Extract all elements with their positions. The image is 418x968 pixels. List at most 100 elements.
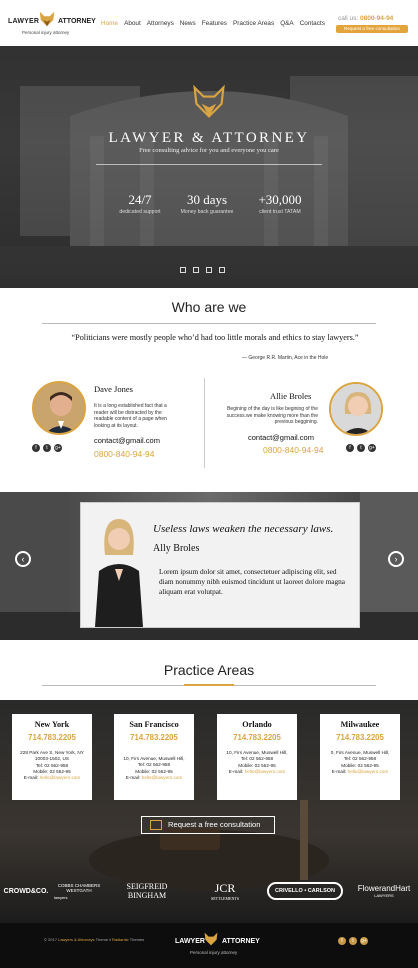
slider-dot-3[interactable] [206, 267, 212, 273]
site-header: LAWYER ATTORNEY Personal injury attorney… [0, 0, 418, 46]
copyright-brand[interactable]: Lawyers & Attorneys [58, 937, 94, 942]
footer-logo-left[interactable]: LAWYER [175, 938, 205, 945]
avatar-dave-jones [32, 381, 86, 435]
email-label: E-mail: [23, 775, 39, 781]
slider-dot-4[interactable] [219, 267, 225, 273]
office-address: 0, Firs Avenue, Muswell Hill, Tel: 02 56… [320, 750, 400, 775]
slider-next-icon[interactable]: › [388, 551, 404, 567]
nav-home[interactable]: Home [101, 20, 118, 27]
nav-practice-areas[interactable]: Practice Areas [233, 20, 274, 27]
office-email[interactable]: hello@lawyers.com [245, 769, 286, 774]
facebook-icon[interactable]: f [338, 937, 346, 945]
office-city: Orlando [242, 720, 272, 729]
stat-clients: +30,000 client trust TATAM [246, 192, 314, 215]
twitter-icon[interactable]: t [43, 444, 51, 452]
nav-contacts[interactable]: Contacts [300, 20, 325, 27]
footer-logo-right[interactable]: ATTORNEY [222, 938, 260, 945]
partner-logo[interactable]: FlowerandHart LAWYERS [352, 876, 416, 906]
fox-logo-icon [39, 11, 55, 27]
social-links-allie: f t g+ [346, 444, 376, 452]
copyright-year: © 2017 [44, 937, 57, 942]
person-phone[interactable]: 0800-840-94-94 [263, 445, 324, 455]
partner-logos: CROWD&CO. COBBS CHAMBERS WESTGATH lawyers… [0, 876, 418, 906]
hero-title: LAWYER & ATTORNEY [108, 130, 310, 146]
partner-name: COBBS CHAMBERS WESTGATH [57, 882, 101, 893]
office-city: New York [34, 720, 70, 729]
person-bio: It is a long established fact that a rea… [94, 403, 167, 429]
testimonial-slider: Useless laws weaken the necessary laws. … [0, 492, 418, 640]
facebook-icon[interactable]: f [32, 444, 40, 452]
testimonial-quote: Useless laws weaken the necessary laws. [153, 523, 334, 535]
nav-features[interactable]: Features [202, 20, 227, 27]
office-card-orlando: Orlando 714.783.2205 10, Firs Avenue, Mu… [217, 714, 297, 800]
who-title: Who are we [171, 299, 247, 315]
social-links-dave: f t g+ [32, 444, 62, 452]
portrait-woman-icon [331, 384, 381, 434]
nav-attorneys[interactable]: Attorneys [147, 20, 174, 27]
google-plus-icon[interactable]: g+ [360, 937, 368, 945]
office-email-row: E-mail: hello@lawyers.com [320, 769, 400, 775]
nav-about[interactable]: About [124, 20, 141, 27]
stat-value: +30,000 [258, 192, 302, 207]
email-label: E-mail: [228, 768, 244, 774]
consultation-icon [150, 820, 162, 830]
courthouse-background-image [0, 46, 418, 288]
call-number[interactable]: 0800-94-94 [360, 15, 393, 22]
person-phone[interactable]: 0800-840-94-94 [94, 449, 155, 459]
twitter-icon[interactable]: t [349, 937, 357, 945]
footer-social: f t g+ [338, 937, 368, 945]
stat-value: 24/7 [128, 192, 152, 207]
office-email-row: E-mail: hello@lawyers.com [114, 775, 194, 781]
person-email[interactable]: contact@gmail.com [248, 433, 314, 442]
free-consultation-button[interactable]: Request a free consultation [141, 816, 275, 834]
email-label: E-mail: [331, 768, 347, 774]
office-card-san-francisco: San Francisco 714.783.2205 10, Firs Aven… [114, 714, 194, 800]
google-plus-icon[interactable]: g+ [54, 444, 62, 452]
partner-name: CRIVELLO • CARLSON [267, 882, 343, 900]
copyright-mid: Theme ‖ [95, 937, 111, 942]
hero-divider [96, 164, 322, 165]
request-consultation-button[interactable]: Request a free consultation [336, 25, 408, 33]
office-phone[interactable]: 714.783.2205 [320, 733, 400, 742]
partner-logo[interactable]: JCR SETTLEMENTS [192, 876, 258, 906]
email-label: E-mail: [125, 774, 141, 780]
testimonial-text: Lorem ipsum dolor sit amet, consectetuer… [159, 567, 346, 596]
footer-tagline: Personal injury attorney [190, 950, 238, 955]
office-card-milwaukee: Milwaukee 714.783.2205 0, Firs Avenue, M… [320, 714, 400, 800]
slider-dot-1[interactable] [180, 267, 186, 273]
office-phone[interactable]: 714.783.2205 [12, 733, 92, 742]
twitter-icon[interactable]: t [357, 444, 365, 452]
stat-guarantee: 30 days Money back guarantee [172, 192, 242, 215]
office-email-row: E-mail: hello@lawyers.com [217, 769, 297, 775]
nav-qa[interactable]: Q&A [280, 20, 294, 27]
google-plus-icon[interactable]: g+ [368, 444, 376, 452]
office-email[interactable]: hello@lawyers.com [142, 775, 183, 780]
logo-text-right: ATTORNEY [58, 18, 96, 25]
office-email[interactable]: hello@lawyers.com [40, 775, 81, 780]
office-phone[interactable]: 714.783.2205 [114, 733, 194, 742]
copyright-post: Themes [129, 937, 145, 942]
copyright: © 2017 Lawyers & Attorneys Theme ‖ Radia… [44, 937, 144, 942]
call-us: call us: 0800-94-94 [338, 15, 393, 22]
facebook-icon[interactable]: f [346, 444, 354, 452]
partner-logo[interactable]: SEIGFREID BINGHAM [108, 876, 186, 906]
testimonial-author: Ally Broles [153, 543, 200, 554]
partner-logo[interactable]: COBBS CHAMBERS WESTGATH lawyers [54, 876, 104, 906]
nav-news[interactable]: News [180, 20, 196, 27]
consult-label: Request a free consultation [168, 820, 261, 829]
office-phone[interactable]: 714.783.2205 [217, 733, 297, 742]
site-logo[interactable]: LAWYER ATTORNEY Personal injury attorney [8, 10, 96, 38]
slider-prev-icon[interactable]: ‹ [15, 551, 31, 567]
partner-logo[interactable]: CRIVELLO • CARLSON [264, 876, 346, 906]
practice-rule-accent [184, 684, 234, 686]
testimonial-card: Useless laws weaken the necessary laws. … [80, 502, 360, 628]
copyright-author[interactable]: Radiantic [112, 937, 129, 942]
office-email-row: E-mail: hello@lawyers.com [12, 775, 92, 781]
logo-tagline: Personal injury attorney [22, 30, 70, 35]
hero-subtitle: Free consulting advice for you and every… [139, 147, 279, 154]
partner-logo[interactable]: CROWD&CO. [0, 876, 52, 906]
office-email[interactable]: hello@lawyers.com [348, 769, 389, 774]
person-email[interactable]: contact@gmail.com [94, 436, 160, 445]
slider-dot-2[interactable] [193, 267, 199, 273]
person-name: Allie Broles [270, 391, 312, 401]
